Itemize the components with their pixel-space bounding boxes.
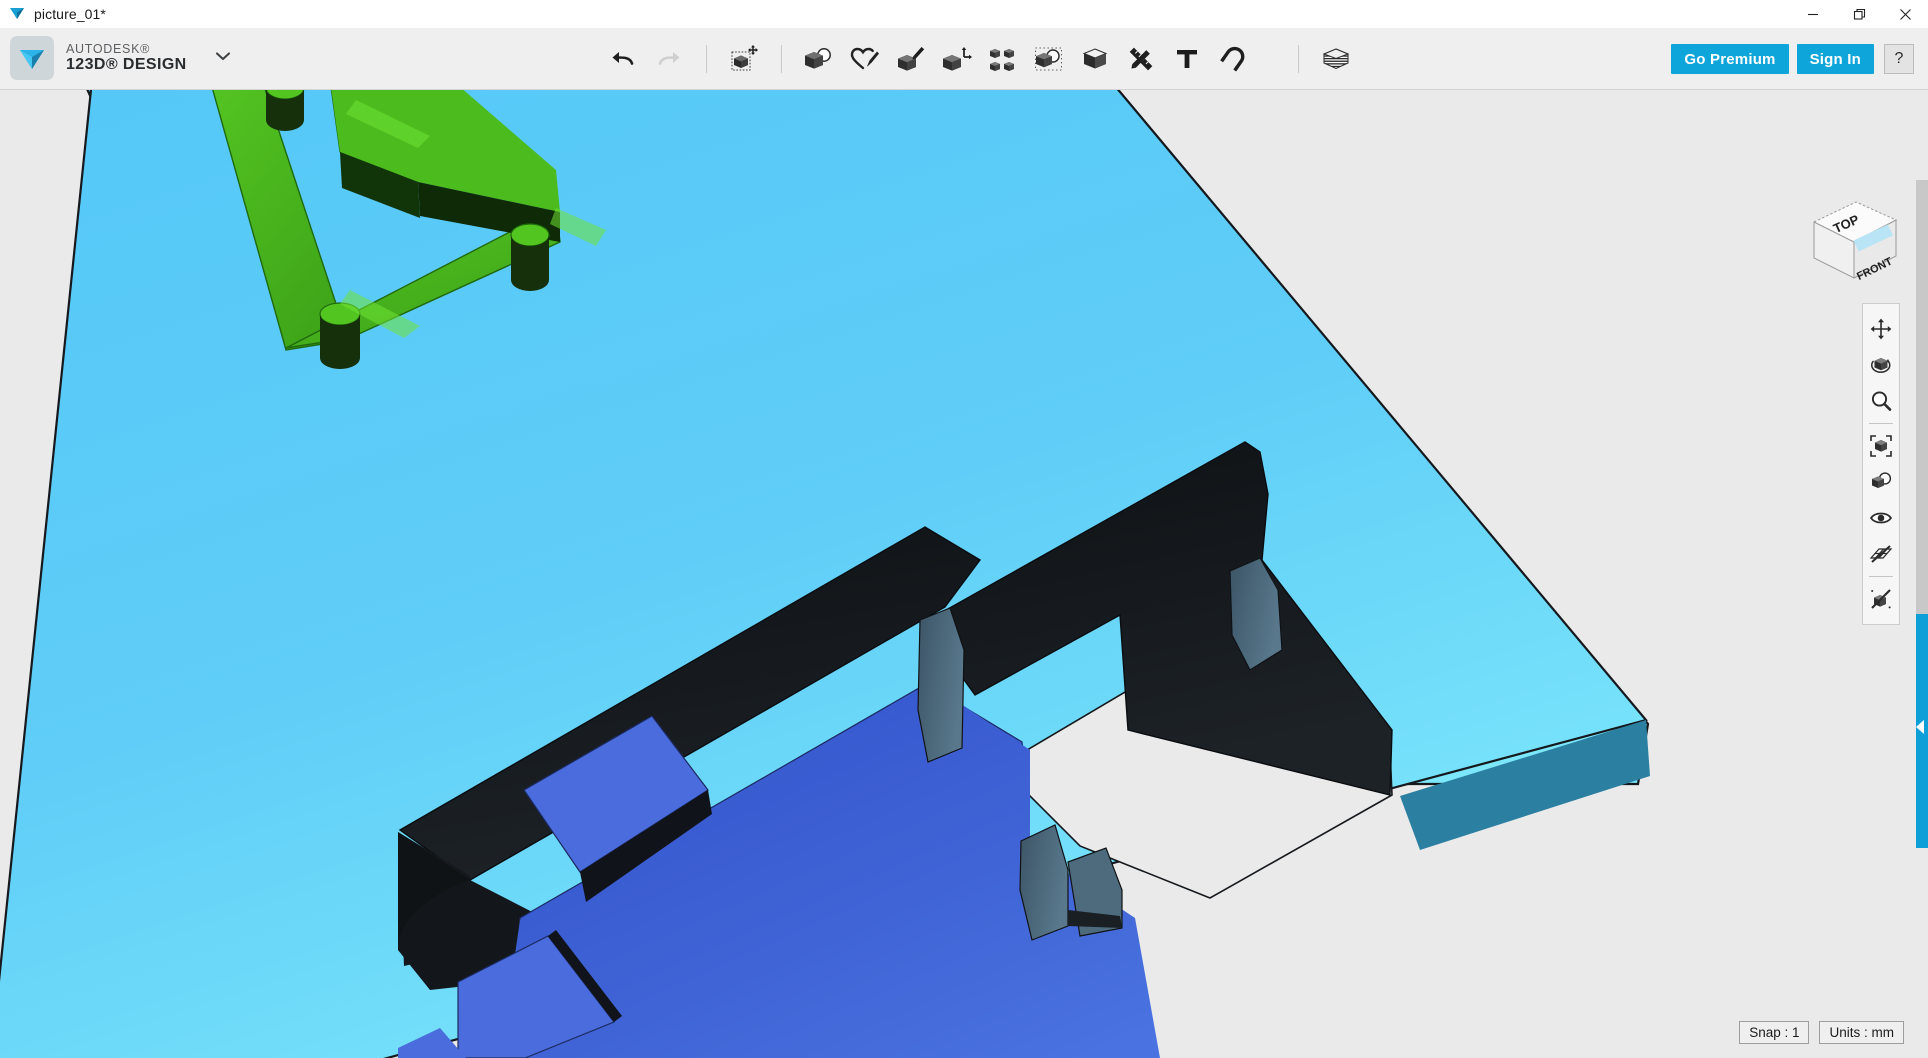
panel-collapse-tab[interactable] <box>1916 614 1928 848</box>
toolbar-separator <box>706 45 707 73</box>
peg-left <box>319 302 361 369</box>
magnet-icon[interactable] <box>1214 39 1252 79</box>
cube-sphere-icon[interactable] <box>800 39 838 79</box>
cube-solid-icon[interactable] <box>1076 39 1114 79</box>
cube-extrude-icon[interactable] <box>892 39 930 79</box>
nav-separator <box>1869 423 1893 424</box>
brand-product: 123D® DESIGN <box>66 56 187 74</box>
status-bar: Snap : 1 Units : mm <box>1739 1021 1904 1044</box>
cube-move-icon[interactable] <box>725 39 763 79</box>
cube-sphere-shading-icon[interactable] <box>1865 464 1897 500</box>
app-toolbar: AUTODESK® 123D® DESIGN Go Premium Sign I… <box>0 28 1928 90</box>
cube-slash-icon[interactable] <box>1865 581 1897 617</box>
brand-company: AUTODESK® <box>66 42 151 57</box>
cube-arrow-icon[interactable] <box>938 39 976 79</box>
ruler-pencil-cross-icon[interactable] <box>1122 39 1160 79</box>
layered-cube-icon[interactable] <box>1317 39 1355 79</box>
title-bar: picture_01* <box>0 0 1928 28</box>
help-button[interactable]: ? <box>1884 44 1914 74</box>
triangle-left-icon <box>1915 718 1926 741</box>
toolbar-separator <box>1298 45 1299 73</box>
undo-arrow-icon[interactable] <box>604 39 642 79</box>
navigation-toolbar <box>1862 303 1900 625</box>
restore-icon[interactable] <box>1836 0 1882 28</box>
3d-viewport[interactable]: TOP FRONT Snap: 1 Units: mm <box>0 90 1928 1058</box>
account-actions: Go Premium Sign In ? <box>1671 28 1914 90</box>
cube-in-brackets-icon[interactable] <box>1865 428 1897 464</box>
snap-status-field[interactable]: Snap : 1 <box>1739 1021 1810 1044</box>
viewport-scrollbar[interactable] <box>1916 180 1928 614</box>
close-icon[interactable] <box>1882 0 1928 28</box>
go-premium-button[interactable]: Go Premium <box>1671 44 1789 74</box>
brand-text: AUTODESK® 123D® DESIGN <box>66 42 187 74</box>
document-title: picture_01* <box>34 6 106 22</box>
autodesk-cube-logo-icon <box>10 36 54 80</box>
redo-arrow-icon[interactable] <box>650 39 688 79</box>
cube-orbit-icon[interactable] <box>1865 347 1897 383</box>
view-cube[interactable]: TOP FRONT <box>1796 186 1904 286</box>
text-t-icon[interactable] <box>1168 39 1206 79</box>
magnifier-icon[interactable] <box>1865 383 1897 419</box>
cube-circle-dotted-icon[interactable] <box>1030 39 1068 79</box>
brand-block[interactable]: AUTODESK® 123D® DESIGN <box>10 34 233 82</box>
eye-icon[interactable] <box>1865 500 1897 536</box>
four-cubes-icon[interactable] <box>984 39 1022 79</box>
autodesk-triangle-logo-icon <box>8 5 26 23</box>
nav-separator <box>1869 576 1893 577</box>
four-arrows-move-icon[interactable] <box>1865 311 1897 347</box>
sign-in-button[interactable]: Sign In <box>1796 44 1874 74</box>
toolbar-separator <box>781 45 782 73</box>
heart-pencil-icon[interactable] <box>846 39 884 79</box>
scene-geometry <box>0 90 1928 1058</box>
window-controls <box>1790 0 1928 28</box>
grid-slash-icon[interactable] <box>1865 536 1897 572</box>
units-status-field[interactable]: Units : mm <box>1819 1021 1904 1044</box>
chevron-down-icon[interactable] <box>213 49 233 67</box>
main-tool-group <box>600 28 1359 90</box>
peg-right <box>510 223 550 291</box>
peg-top <box>265 90 305 131</box>
minimize-icon[interactable] <box>1790 0 1836 28</box>
app-window: picture_01* AUTODESK® 123D® DESIGN Go Pr… <box>0 0 1928 1058</box>
